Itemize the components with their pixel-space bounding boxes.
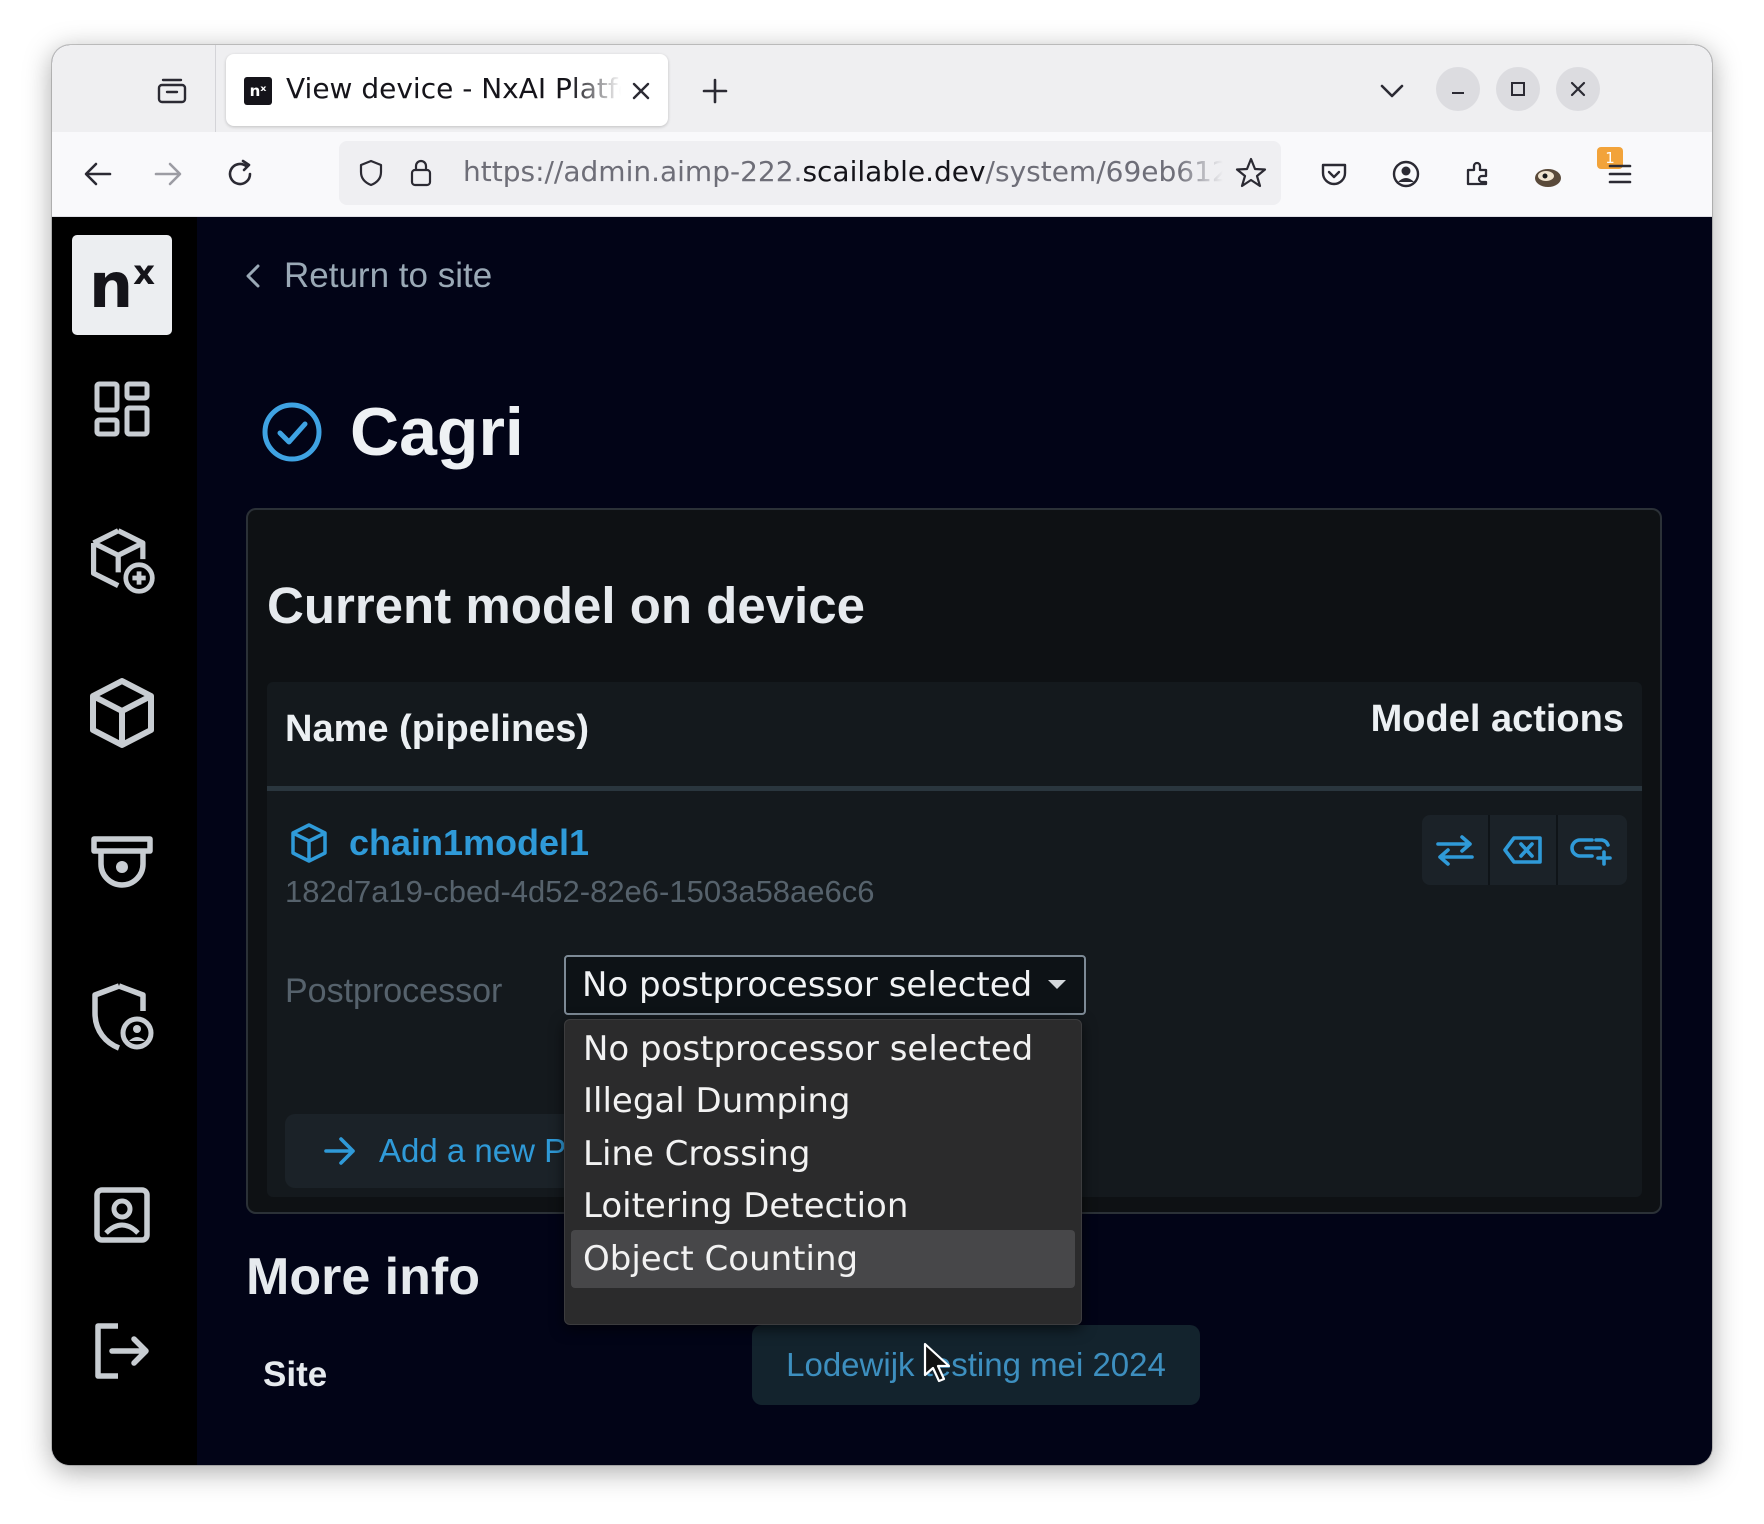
sidebar-item-add-model[interactable]: [86, 525, 158, 597]
model-name-link[interactable]: chain1model1: [289, 822, 589, 864]
pocket-icon[interactable]: [1312, 152, 1356, 196]
dropdown-option[interactable]: Loitering Detection: [571, 1177, 1075, 1235]
close-window-icon: [1570, 81, 1586, 97]
navigation-bar: https://admin.aimp-222.scailable.dev/sys…: [52, 132, 1712, 217]
maximize-button[interactable]: [1496, 67, 1540, 111]
check-circle-icon: [262, 402, 322, 462]
backspace-delete-icon: [1503, 836, 1542, 864]
tab-view-device[interactable]: nˣ View device - NxAI Platform: [226, 54, 668, 126]
dropdown-caret-icon: [1048, 980, 1066, 989]
swap-model-button[interactable]: [1422, 815, 1490, 885]
nx-logo[interactable]: nx: [72, 235, 172, 335]
new-tab-icon[interactable]: [693, 69, 737, 113]
card-title: Current model on device: [267, 577, 865, 634]
browser-window: nˣ View device - NxAI Platform https://a…: [52, 45, 1712, 1465]
sidebar: nx: [52, 217, 197, 1465]
chevron-left-icon: [246, 264, 260, 288]
select-value: No postprocessor selected: [582, 965, 1033, 1005]
add-model-icon: [90, 528, 155, 594]
favicon-icon: nˣ: [244, 77, 272, 105]
return-to-site-link[interactable]: Return to site: [242, 251, 492, 301]
model-icon: [90, 678, 154, 748]
dropdown-option[interactable]: Line Crossing: [571, 1125, 1075, 1183]
back-arrow-icon[interactable]: [76, 152, 120, 196]
chevron-down-icon[interactable]: [1370, 69, 1414, 113]
sidebar-item-profile[interactable]: [86, 1179, 158, 1251]
page-content: nx Return to site Cagri Current model on…: [52, 217, 1712, 1465]
logo-superscript: x: [133, 253, 156, 293]
tab-overview-icon: [157, 78, 187, 104]
menu-icon[interactable]: [1598, 152, 1642, 196]
table-header: Name (pipelines) Model actions: [267, 682, 1642, 791]
shield-user-icon: [92, 983, 154, 1051]
minimize-icon: [1452, 92, 1464, 94]
mouse-cursor-icon: [923, 1342, 951, 1383]
logout-icon: [95, 1323, 149, 1379]
postprocessor-dropdown: No postprocessor selected Illegal Dumpin…: [564, 1019, 1082, 1325]
add-pipeline-button[interactable]: [1558, 815, 1626, 885]
sidebar-item-security[interactable]: [86, 981, 158, 1053]
bookmark-star-icon[interactable]: [1233, 155, 1269, 191]
extension-avatar-icon[interactable]: [1526, 152, 1570, 196]
dropdown-option-hovered[interactable]: Object Counting: [571, 1230, 1075, 1288]
sidebar-item-dashboard[interactable]: [86, 373, 158, 445]
maximize-icon: [1511, 82, 1525, 96]
model-cube-icon: [291, 823, 327, 863]
logo-letter: n: [88, 248, 134, 322]
tab-overview-button[interactable]: [150, 69, 194, 113]
profile-icon: [94, 1187, 150, 1243]
url-bar[interactable]: https://admin.aimp-222.scailable.dev/sys…: [339, 141, 1281, 205]
tabbar-separator: [215, 45, 216, 132]
tracking-protection-icon[interactable]: [355, 157, 387, 189]
tab-bar: nˣ View device - NxAI Platform: [52, 45, 1712, 132]
remove-model-button[interactable]: [1490, 815, 1558, 885]
sidebar-item-logout[interactable]: [86, 1315, 158, 1387]
sidebar-item-devices[interactable]: [86, 829, 158, 901]
add-postprocessor-label: Add a new P: [379, 1132, 567, 1169]
model-name: chain1model1: [349, 822, 590, 863]
more-info-heading: More info: [246, 1248, 480, 1306]
dropdown-option[interactable]: No postprocessor selected: [571, 1020, 1075, 1078]
close-tab-icon[interactable]: [628, 78, 654, 104]
swap-icon: [1436, 835, 1474, 866]
link-add-icon: [1570, 838, 1612, 866]
postprocessor-label: Postprocessor: [285, 972, 503, 1010]
extensions-icon[interactable]: [1456, 152, 1500, 196]
device-name: Cagri: [350, 394, 524, 470]
lock-icon[interactable]: [405, 155, 437, 191]
camera-icon: [91, 836, 153, 888]
model-actions-group: [1422, 815, 1627, 885]
column-header-name: Name (pipelines): [285, 708, 590, 750]
return-link-label: Return to site: [284, 256, 493, 295]
minimize-button[interactable]: [1436, 67, 1480, 111]
tab-title: View device - NxAI Platform: [286, 72, 621, 105]
site-label: Site: [263, 1355, 328, 1394]
sidebar-item-models[interactable]: [86, 677, 158, 749]
forward-arrow-icon[interactable]: [146, 152, 190, 196]
postprocessor-select[interactable]: No postprocessor selected: [564, 955, 1086, 1015]
reload-icon[interactable]: [218, 152, 262, 196]
page-title: Cagri: [260, 387, 524, 477]
dropdown-option[interactable]: Illegal Dumping: [571, 1072, 1075, 1130]
account-icon[interactable]: [1384, 152, 1428, 196]
arrow-right-icon: [324, 1137, 355, 1165]
column-header-actions: Model actions: [1370, 698, 1624, 740]
close-window-button[interactable]: [1556, 67, 1600, 111]
dashboard-icon: [94, 381, 150, 437]
model-id: 182d7a19-cbed-4d52-82e6-1503a58ae6c6: [285, 874, 875, 909]
url-text[interactable]: https://admin.aimp-222.scailable.dev/sys…: [463, 155, 1223, 191]
site-link[interactable]: Lodewijk testing mei 2024: [752, 1325, 1200, 1405]
